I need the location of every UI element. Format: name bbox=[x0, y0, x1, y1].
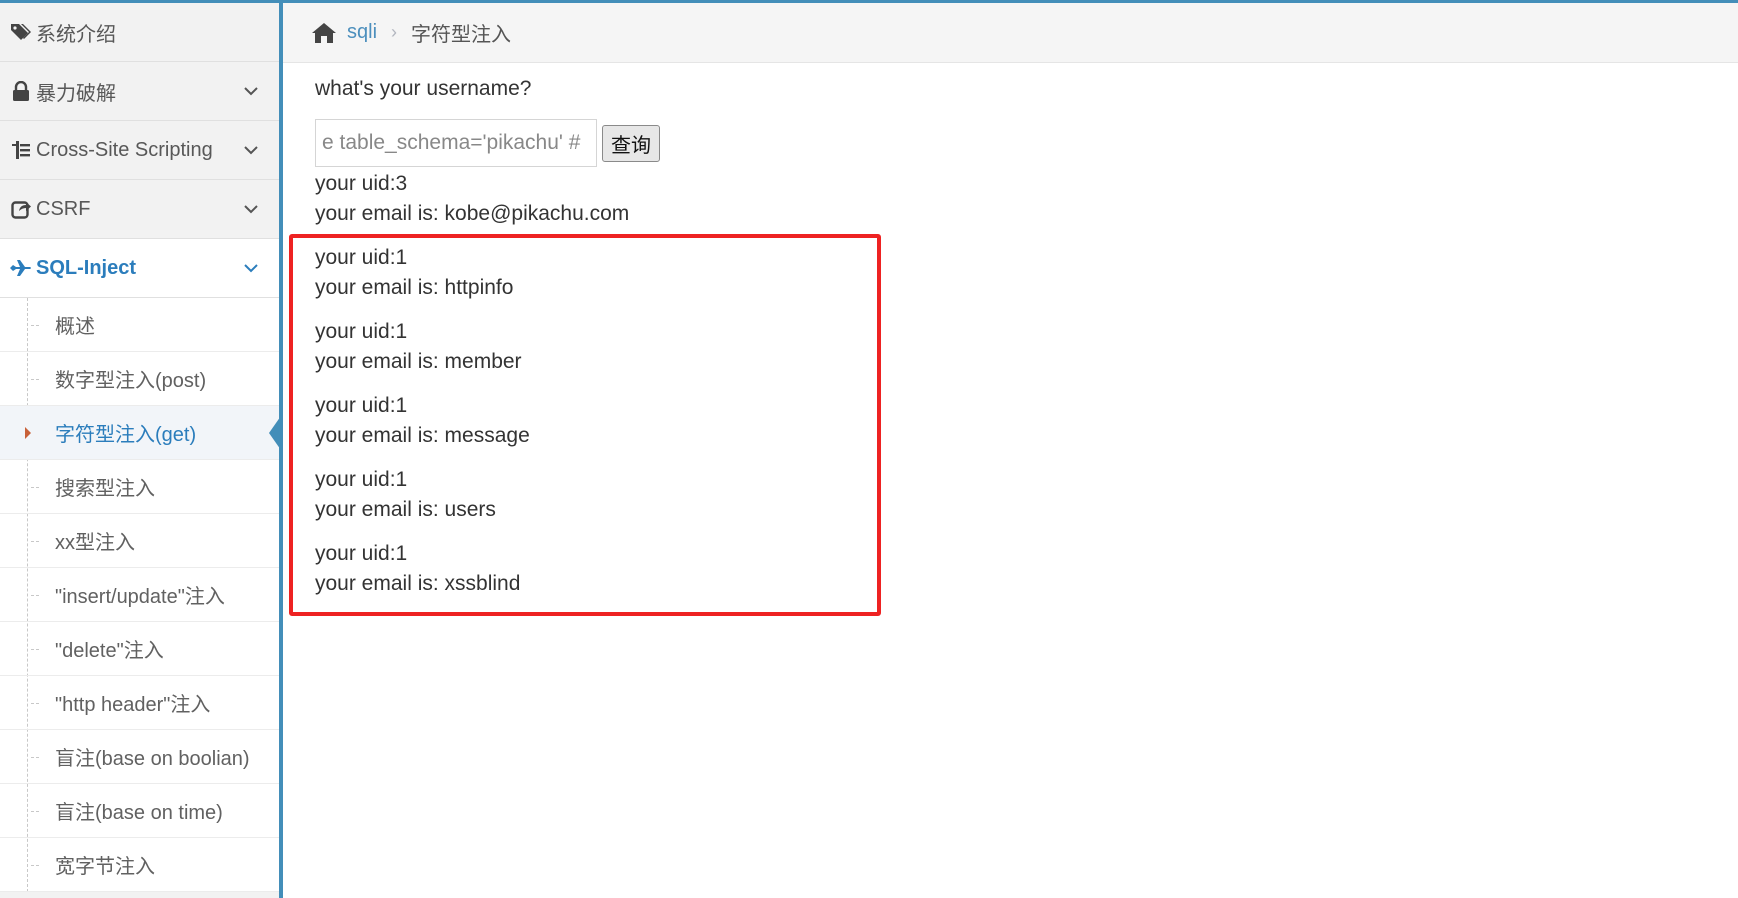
result-block: your uid:1 your email is: users bbox=[315, 465, 530, 525]
submenu-item-label: 盲注(base on boolian) bbox=[55, 748, 250, 770]
submenu-item-label: 数字型注入(post) bbox=[55, 370, 207, 392]
breadcrumb-link-sqli[interactable]: sqli bbox=[347, 21, 377, 44]
sidebar-item-system-intro[interactable]: 系统介绍 bbox=[0, 3, 279, 62]
submenu-item-overview[interactable]: 概述 bbox=[0, 298, 279, 352]
submenu-item-search[interactable]: 搜索型注入 bbox=[0, 460, 279, 514]
sidebar-item-label: 系统介绍 bbox=[36, 23, 116, 46]
username-input[interactable] bbox=[315, 119, 597, 167]
breadcrumb-current: 字符型注入 bbox=[411, 24, 512, 46]
result-email: your email is: member bbox=[315, 350, 522, 373]
chevron-down-icon bbox=[243, 83, 259, 99]
submenu-item-numeric-post[interactable]: 数字型注入(post) bbox=[0, 352, 279, 406]
result-uid: your uid:3 bbox=[315, 172, 408, 195]
share-square-icon bbox=[10, 198, 32, 220]
home-icon[interactable] bbox=[311, 21, 337, 45]
result-block: your uid:1 your email is: message bbox=[315, 391, 530, 451]
result-email: your email is: users bbox=[315, 498, 496, 521]
submenu-item-label: xx型注入 bbox=[55, 532, 135, 554]
submenu-item-label: 字符型注入(get) bbox=[55, 424, 197, 446]
sidebar: 系统介绍 暴力破解 Cross-Site Scripting CSRF SQL-… bbox=[0, 3, 283, 898]
lock-icon bbox=[10, 80, 32, 102]
submenu-item-label: 盲注(base on time) bbox=[55, 802, 223, 824]
sidebar-item-brute-force[interactable]: 暴力破解 bbox=[0, 62, 279, 121]
submenu-item-label: "http header"注入 bbox=[55, 694, 211, 716]
submenu-item-string-get[interactable]: 字符型注入(get) bbox=[0, 406, 283, 460]
sidebar-item-label: Cross-Site Scripting bbox=[36, 138, 213, 161]
breadcrumb: sqli › 字符型注入 bbox=[283, 3, 1738, 63]
result-block: your uid:1 your email is: httpinfo bbox=[315, 243, 530, 303]
result-email: your email is: message bbox=[315, 424, 530, 447]
result-email: your email is: kobe@pikachu.com bbox=[315, 202, 630, 225]
submenu-item-label: "delete"注入 bbox=[55, 640, 164, 662]
submenu-item-blind-time[interactable]: 盲注(base on time) bbox=[0, 784, 279, 838]
search-form: 查询 bbox=[315, 119, 660, 167]
result-uid: your uid:1 bbox=[315, 246, 408, 269]
sitemap-icon bbox=[10, 139, 32, 161]
result-uid: your uid:1 bbox=[315, 320, 408, 343]
tags-icon bbox=[10, 21, 32, 43]
chevron-down-icon bbox=[243, 201, 259, 217]
sidebar-item-xss[interactable]: Cross-Site Scripting bbox=[0, 121, 279, 180]
submenu-item-label: "insert/update"注入 bbox=[55, 586, 225, 608]
sidebar-item-sql-inject[interactable]: SQL-Inject bbox=[0, 239, 279, 298]
result-block: your uid:3 your email is: kobe@pikachu.c… bbox=[315, 169, 629, 229]
breadcrumb-separator-icon: › bbox=[391, 22, 398, 42]
results-list: your uid:1 your email is: httpinfo your … bbox=[315, 243, 530, 613]
sidebar-item-label: CSRF bbox=[36, 197, 91, 220]
submenu-item-wide-byte[interactable]: 宽字节注入 bbox=[0, 838, 279, 892]
submenu-item-http-header[interactable]: "http header"注入 bbox=[0, 676, 279, 730]
chevron-down-icon bbox=[243, 142, 259, 158]
active-indicator bbox=[269, 412, 283, 453]
sql-inject-submenu: 概述 数字型注入(post) 字符型注入(get) 搜索型注入 xx型注入 "i… bbox=[0, 298, 283, 892]
sidebar-item-label: 暴力破解 bbox=[36, 82, 116, 105]
submenu-item-label: 概述 bbox=[55, 316, 95, 338]
submenu-item-xx[interactable]: xx型注入 bbox=[0, 514, 279, 568]
result-uid: your uid:1 bbox=[315, 468, 408, 491]
submenu-item-label: 搜索型注入 bbox=[55, 478, 155, 500]
result-block: your uid:1 your email is: xssblind bbox=[315, 539, 530, 599]
submenu-item-insert-update[interactable]: "insert/update"注入 bbox=[0, 568, 279, 622]
result-block: your uid:1 your email is: member bbox=[315, 317, 530, 377]
form-question: what's your username? bbox=[315, 77, 532, 100]
sidebar-item-csrf[interactable]: CSRF bbox=[0, 180, 279, 239]
plane-icon bbox=[10, 257, 32, 279]
result-uid: your uid:1 bbox=[315, 394, 408, 417]
submenu-item-blind-boolean[interactable]: 盲注(base on boolian) bbox=[0, 730, 279, 784]
result-email: your email is: xssblind bbox=[315, 572, 521, 595]
result-uid: your uid:1 bbox=[315, 542, 408, 565]
sidebar-item-label: SQL-Inject bbox=[36, 256, 137, 279]
result-email: your email is: httpinfo bbox=[315, 276, 514, 299]
chevron-down-icon bbox=[243, 260, 259, 276]
submenu-item-delete[interactable]: "delete"注入 bbox=[0, 622, 279, 676]
query-button[interactable]: 查询 bbox=[602, 124, 660, 162]
submenu-item-label: 宽字节注入 bbox=[55, 856, 155, 878]
